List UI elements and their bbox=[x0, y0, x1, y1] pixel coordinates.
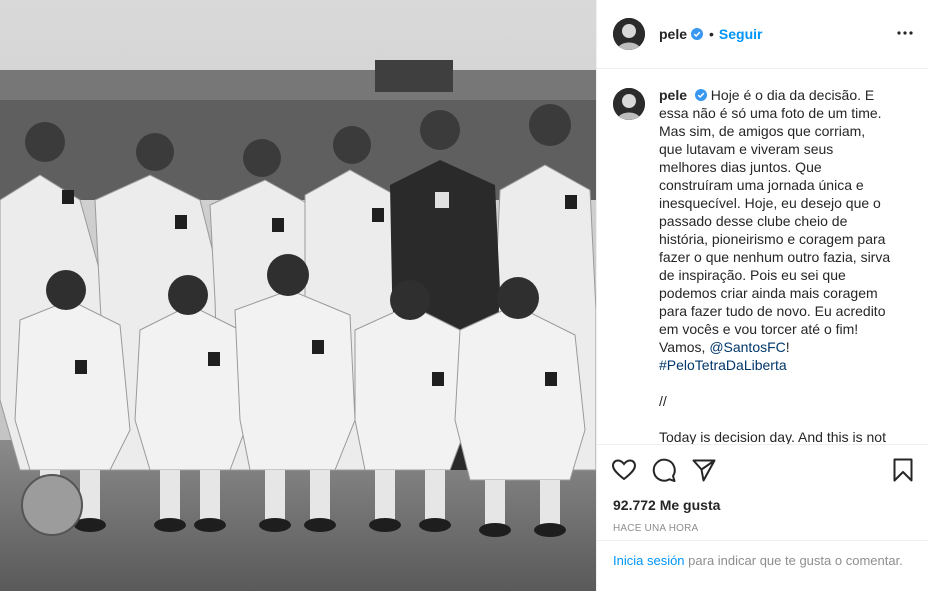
header-username[interactable]: pele bbox=[659, 26, 687, 42]
comment-icon bbox=[652, 458, 676, 482]
mention-link[interactable]: @SantosFC bbox=[709, 339, 785, 355]
login-prompt: Inicia sesión para indicar que te gusta … bbox=[597, 540, 928, 591]
comments-section[interactable]: pele Hoje é o dia da decisão. E essa não… bbox=[597, 70, 928, 444]
post-timestamp[interactable]: HACE UNA HORA bbox=[597, 523, 928, 534]
login-prompt-text: para indicar que te gusta o comentar. bbox=[684, 553, 903, 568]
save-button[interactable] bbox=[890, 457, 916, 483]
caption-divider: // bbox=[659, 393, 667, 409]
hashtag-link[interactable]: #PeloTetraDaLiberta bbox=[659, 357, 787, 373]
separator-dot: • bbox=[709, 26, 714, 42]
post-header: pele • Seguir bbox=[597, 0, 928, 69]
caption-username[interactable]: pele bbox=[659, 87, 687, 103]
bookmark-icon bbox=[893, 458, 913, 482]
like-button[interactable] bbox=[611, 457, 637, 483]
likes-count[interactable]: 92.772 Me gusta bbox=[597, 495, 928, 515]
avatar[interactable] bbox=[613, 18, 645, 50]
team-photo-image bbox=[0, 0, 596, 591]
post-side-panel: pele • Seguir pele Hoje é o dia da decis… bbox=[596, 0, 928, 591]
post-photo[interactable] bbox=[0, 0, 596, 591]
caption-exclamation: ! bbox=[785, 339, 790, 355]
caption: pele Hoje é o dia da decisão. E essa não… bbox=[613, 86, 912, 444]
share-icon bbox=[692, 459, 716, 482]
verified-badge-icon bbox=[691, 28, 704, 40]
share-button[interactable] bbox=[691, 457, 717, 483]
caption-body-text: Hoje é o dia da decisão. E essa não é só… bbox=[659, 87, 895, 355]
avatar-image bbox=[613, 18, 645, 50]
action-bar bbox=[597, 445, 928, 495]
avatar-image bbox=[613, 88, 645, 120]
caption-text: pele Hoje é o dia da decisão. E essa não… bbox=[659, 86, 891, 444]
caption-avatar[interactable] bbox=[613, 88, 645, 120]
comment-button[interactable] bbox=[651, 457, 677, 483]
more-options-icon[interactable] bbox=[896, 26, 914, 40]
actions-area: 92.772 Me gusta HACE UNA HORA bbox=[597, 444, 928, 534]
signin-link[interactable]: Inicia sesión bbox=[613, 553, 685, 568]
follow-button[interactable]: Seguir bbox=[719, 26, 763, 42]
heart-icon bbox=[611, 459, 637, 481]
caption-english-text: Today is decision day. And this is not j… bbox=[659, 429, 886, 444]
verified-badge-icon bbox=[694, 89, 707, 101]
